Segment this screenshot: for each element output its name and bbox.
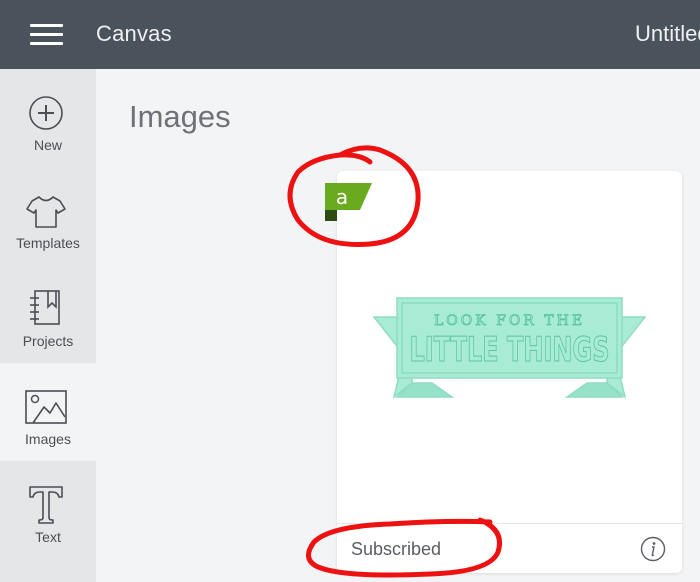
menu-line [30, 24, 63, 27]
sidebar-item-templates[interactable]: Templates [0, 167, 96, 265]
menu-line [30, 42, 63, 45]
subscription-status: Subscribed [351, 539, 442, 559]
text-t-icon [29, 486, 63, 524]
artwork-line-1: LOOK FOR THE [434, 313, 585, 329]
artwork-line-2: LITTLE THINGS [410, 330, 610, 370]
sidebar-item-label: Templates [16, 235, 80, 251]
menu-line [30, 33, 63, 36]
info-icon[interactable] [640, 536, 666, 562]
sidebar-item-label: Projects [22, 333, 74, 349]
sidebar-item-new[interactable]: New [0, 69, 96, 167]
image-icon [25, 390, 67, 424]
notebook-icon [30, 290, 60, 325]
hamburger-menu-icon[interactable] [30, 24, 63, 46]
sidebar-item-label: Text [35, 529, 61, 545]
badge-letter: a [336, 185, 348, 209]
sidebar-item-label: Images [25, 431, 71, 447]
access-badge-icon: a [325, 183, 372, 221]
ribbon-artwork[interactable]: LOOK FOR THE LITTLE THINGS [372, 297, 647, 399]
plus-circle-icon [29, 96, 63, 130]
app-title: Canvas [96, 21, 172, 46]
sidebar-item-text[interactable]: Text [0, 461, 96, 559]
sidebar-item-label: New [33, 137, 62, 153]
sidebar: New Templates Projects Images Text [0, 69, 96, 582]
top-bar: Canvas Untitled [0, 0, 700, 69]
document-title[interactable]: Untitled [635, 21, 700, 47]
page-title: Images [129, 99, 231, 134]
card-footer: Subscribed [337, 523, 682, 573]
tshirt-icon [26, 196, 66, 228]
sidebar-item-projects[interactable]: Projects [0, 265, 96, 363]
sidebar-item-images[interactable]: Images [0, 363, 96, 461]
